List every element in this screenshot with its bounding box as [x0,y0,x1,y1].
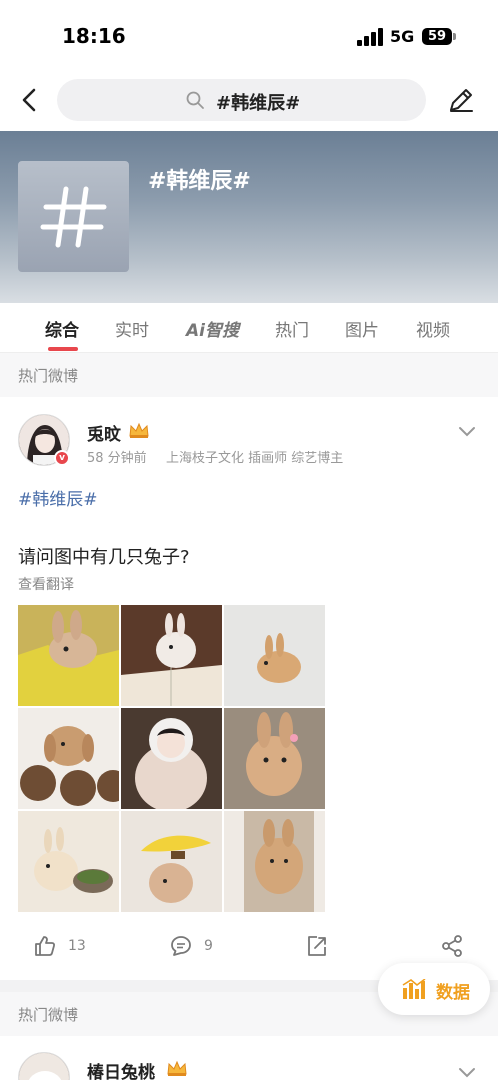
post-hashtag-link[interactable]: #韩维辰# [18,485,98,510]
post-time: 58 分钟前 [87,451,147,466]
topic-thumbnail [18,161,129,272]
search-icon [185,90,205,110]
chevron-down-icon[interactable] [458,423,476,437]
edit-pencil-icon[interactable] [445,84,477,116]
hash-icon [40,186,107,248]
tab-videos[interactable]: 视频 [416,316,450,341]
avatar[interactable] [18,1052,70,1080]
comment-count: 9 [204,938,213,954]
nav-bar: #韩维辰# [0,70,498,132]
section-label: 热门微博 [18,367,79,385]
image-5[interactable] [121,708,222,809]
back-arrow-icon[interactable] [14,84,46,116]
chevron-down-icon[interactable] [458,1064,476,1078]
like-icon[interactable] [33,934,57,958]
image-3[interactable] [224,605,325,706]
post-username[interactable]: 兎旼 [87,420,121,445]
section-label: 热门微博 [18,1006,79,1024]
crown-icon [128,421,150,439]
bar-chart-icon [402,978,426,999]
forward-icon[interactable] [305,934,329,958]
tab-realtime[interactable]: 实时 [115,316,149,341]
image-6[interactable] [224,708,325,809]
like-count: 13 [68,938,86,954]
image-8[interactable] [121,811,222,912]
topic-banner: #韩维辰# [0,131,498,303]
post-image-grid [18,605,326,913]
battery-tip [453,33,456,40]
tab-ai-search[interactable]: Ai智搜 [186,316,239,341]
data-button-label: 数据 [436,983,470,1003]
data-button[interactable]: 数据 [378,963,490,1015]
image-4[interactable] [18,708,119,809]
tab-comprehensive[interactable]: 综合 [45,316,79,341]
network-label: 5G [390,27,415,46]
signal-icon [357,28,383,46]
verified-badge: v [54,450,70,466]
search-query: #韩维辰# [216,93,301,114]
crown-icon [166,1059,188,1077]
post-username[interactable]: 椿日兔桃 [87,1058,155,1080]
tab-hot[interactable]: 热门 [275,316,309,341]
tab-images[interactable]: 图片 [345,316,379,341]
post-text: 请问图中有几只兔子? [18,547,190,568]
image-1[interactable] [18,605,119,706]
image-2[interactable] [121,605,222,706]
post-actions: 13 9 [0,926,498,966]
search-input[interactable]: #韩维辰# [57,79,426,121]
image-7[interactable] [18,811,119,912]
status-time: 18:16 [62,24,126,48]
comment-icon[interactable] [169,934,193,958]
translate-link[interactable]: 查看翻译 [18,574,74,594]
share-icon[interactable] [440,934,464,958]
image-9[interactable] [224,811,325,912]
topic-title: #韩维辰# [148,169,251,194]
battery-icon: 59 [422,28,452,45]
section-hot-weibo: 热门微博 [0,353,498,397]
active-tab-indicator [48,347,78,351]
post-author-info: 上海枝子文化 插画师 综艺博主 [166,451,344,466]
status-bar: 18:16 5G 59 [0,0,498,70]
tab-bar: 综合 实时 Ai智搜 热门 图片 视频 [0,303,498,353]
